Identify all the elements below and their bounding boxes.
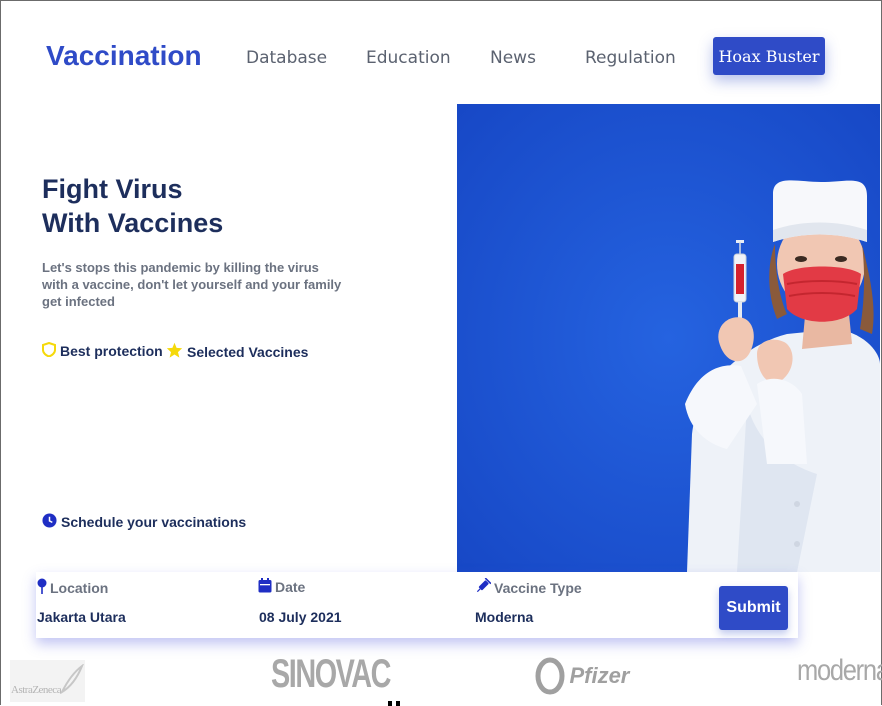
nav-education[interactable]: Education: [366, 48, 451, 68]
booking-form: [36, 572, 798, 638]
vaccine-type-label: Vaccine Type: [494, 579, 582, 596]
nav-database[interactable]: Database: [246, 48, 327, 68]
sinovac-logo: SINOVAC: [271, 652, 391, 696]
date-label-group: Date: [258, 578, 305, 596]
schedule-label: Schedule your vaccinations: [61, 514, 247, 530]
hero-image: [457, 104, 880, 572]
hero-title-line1: Fight Virus: [42, 174, 183, 204]
feature-label: Best protection: [60, 343, 163, 359]
date-field[interactable]: 08 July 2021: [259, 609, 342, 625]
pfizer-logo-text: Pfizer: [569, 663, 630, 688]
nav-regulation[interactable]: Regulation: [585, 48, 676, 68]
clock-icon: [42, 513, 57, 531]
moderna-logo: moderna: [797, 654, 882, 687]
star-icon: [166, 342, 183, 361]
page-marker: [396, 701, 400, 706]
feature-best-protection: Best protection: [42, 341, 163, 360]
shield-icon: [42, 341, 56, 360]
brand-logo[interactable]: Vaccination: [46, 40, 202, 72]
hero-subtitle: Let's stops this pandemic by killing the…: [42, 260, 342, 309]
pfizer-logo: Pfizer: [535, 656, 629, 696]
location-field[interactable]: Jakarta Utara: [37, 609, 126, 625]
vaccine-type-field[interactable]: Moderna: [475, 609, 533, 625]
location-pin-icon: [37, 578, 47, 597]
page-marker: [388, 701, 392, 706]
nav-news[interactable]: News: [490, 48, 536, 68]
submit-button[interactable]: Submit: [719, 586, 788, 630]
astrazeneca-logo-text: AstraZeneca: [11, 684, 62, 696]
feature-selected-vaccines: Selected Vaccines: [166, 342, 308, 361]
schedule-heading: Schedule your vaccinations: [42, 513, 246, 531]
astrazeneca-logo: AstraZeneca: [10, 660, 85, 702]
hoax-buster-button[interactable]: Hoax Buster: [713, 37, 825, 75]
syringe-icon: [475, 577, 492, 597]
location-label-group: Location: [37, 578, 108, 597]
hero-title: Fight Virus With Vaccines: [42, 172, 223, 240]
calendar-icon: [258, 578, 272, 596]
hero-title-line2: With Vaccines: [42, 208, 224, 238]
vaccine-type-label-group: Vaccine Type: [475, 577, 582, 597]
location-label: Location: [50, 579, 109, 596]
date-label: Date: [275, 579, 306, 595]
feature-label: Selected Vaccines: [187, 343, 309, 360]
